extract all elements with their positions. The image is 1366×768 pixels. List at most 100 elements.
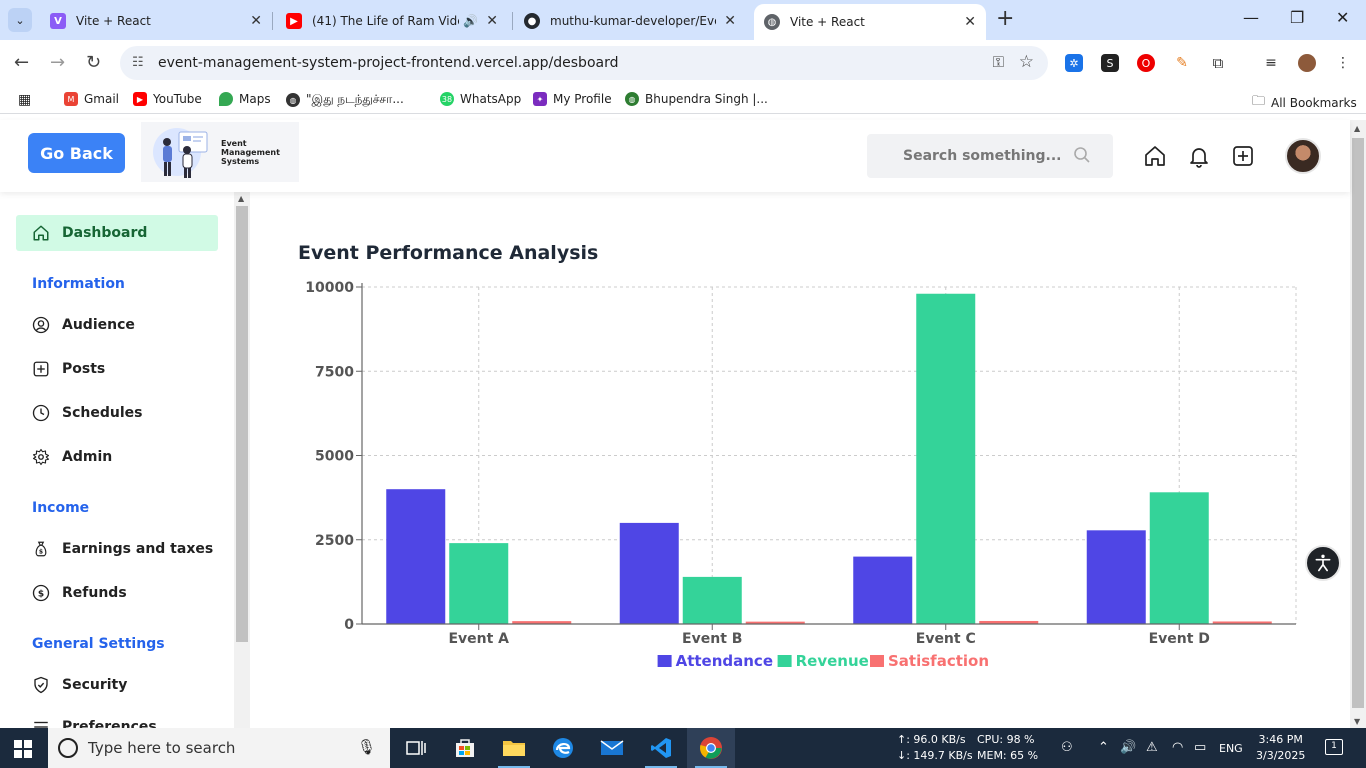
volume-icon[interactable]: 🔊 — [1120, 740, 1136, 755]
vite-icon: V — [50, 13, 66, 29]
bar-revenue-event-c — [916, 293, 976, 624]
tab-separator — [272, 12, 273, 30]
minimize-button[interactable]: — — [1243, 8, 1259, 27]
tab-github[interactable]: ● muthu-kumar-developer/Event ✕ — [514, 6, 746, 36]
tab-vite-react-1[interactable]: V Vite + React ✕ — [40, 6, 272, 36]
page-scrollbar[interactable]: ▲ ▼ — [1350, 120, 1366, 728]
close-window-button[interactable]: ✕ — [1336, 8, 1349, 27]
bookmark-gmail[interactable]: M Gmail — [64, 92, 119, 106]
media-icon[interactable]: ≡ — [1262, 54, 1280, 72]
file-explorer-icon[interactable] — [490, 728, 538, 768]
menu-kebab-icon[interactable]: ⋮ — [1334, 54, 1352, 72]
extension-icon[interactable]: S — [1101, 54, 1119, 72]
bookmark-bhupendra[interactable]: ◍ Bhupendra Singh |... — [625, 92, 768, 106]
sidebar-item-schedules[interactable]: Schedules — [32, 404, 142, 422]
sidebar-item-preferences[interactable]: Preferences — [32, 718, 157, 728]
bookmark-star-icon[interactable]: ☆ — [1019, 52, 1034, 72]
taskbar-search-input[interactable]: Type here to search 🎙 — [48, 728, 390, 768]
sidebar-item-earnings[interactable]: $ Earnings and taxes — [32, 540, 213, 558]
store-icon[interactable] — [441, 728, 489, 768]
bell-icon[interactable] — [1187, 144, 1211, 168]
address-bar-row: ← → ↻ ☷ event-management-system-project-… — [0, 40, 1366, 86]
warning-icon[interactable]: ⚠ — [1146, 740, 1158, 755]
clock[interactable]: 3:46 PM 3/3/2025 — [1256, 732, 1305, 764]
sidebar-item-admin[interactable]: Admin — [32, 448, 112, 466]
profile-avatar-icon[interactable] — [1298, 54, 1316, 72]
bookmark-youtube[interactable]: ▶ YouTube — [133, 92, 202, 106]
back-arrow-icon[interactable]: ← — [14, 52, 29, 73]
legend-swatch-satisfaction — [870, 655, 884, 667]
section-title-income: Income — [32, 500, 90, 516]
sidebar-item-posts[interactable]: Posts — [32, 360, 105, 378]
svg-text:$: $ — [38, 589, 44, 599]
globe-icon: ◍ — [286, 93, 300, 107]
tab-vite-react-active[interactable]: ◍ Vite + React ✕ — [754, 4, 986, 40]
chevron-up-icon[interactable]: ⌃ — [1098, 740, 1109, 755]
task-view-icon[interactable] — [392, 728, 440, 768]
sidebar-item-dashboard[interactable]: Dashboard — [16, 215, 218, 251]
chrome-icon[interactable] — [687, 728, 735, 768]
forward-arrow-icon[interactable]: → — [50, 52, 65, 73]
speaker-icon[interactable]: 🔊 — [463, 14, 478, 28]
close-icon[interactable]: ✕ — [250, 13, 262, 29]
legend-swatch-revenue — [777, 655, 792, 667]
scroll-up-arrow-icon[interactable]: ▲ — [238, 194, 244, 203]
scroll-down-arrow-icon[interactable]: ▼ — [1354, 717, 1360, 726]
go-back-button[interactable]: Go Back — [28, 133, 125, 173]
password-key-icon[interactable]: ⚿ — [993, 53, 1004, 71]
vscode-icon[interactable] — [637, 728, 685, 768]
avatar[interactable] — [1285, 138, 1321, 174]
all-bookmarks[interactable]: 🗀 All Bookmarks — [1252, 92, 1357, 114]
windows-start-icon[interactable] — [14, 740, 32, 758]
scroll-up-arrow-icon[interactable]: ▲ — [1354, 124, 1360, 133]
tab-separator — [512, 12, 513, 30]
restore-button[interactable]: ❐ — [1290, 8, 1304, 27]
microphone-icon[interactable]: 🎙 — [357, 738, 376, 756]
tab-youtube[interactable]: ▶ (41) The Life of Ram Video S 🔊 ✕ — [276, 6, 508, 36]
reload-icon[interactable]: ↻ — [86, 52, 101, 73]
bookmark-whatsapp[interactable]: 38 WhatsApp — [440, 92, 521, 106]
edge-icon[interactable] — [539, 728, 587, 768]
search-icon[interactable] — [1073, 146, 1091, 164]
close-icon[interactable]: ✕ — [964, 14, 976, 30]
notification-center-icon[interactable]: 1 — [1325, 739, 1343, 755]
opera-icon[interactable]: O — [1137, 54, 1155, 72]
close-icon[interactable]: ✕ — [724, 13, 736, 29]
y-tick-label: 0 — [344, 617, 354, 633]
scrollbar-thumb[interactable] — [236, 206, 248, 642]
add-square-icon[interactable] — [1231, 144, 1255, 168]
site-settings-icon[interactable]: ☷ — [132, 55, 144, 70]
people-icon[interactable]: ⚇ — [1061, 740, 1073, 755]
extension-icon[interactable]: ✲ — [1065, 54, 1083, 72]
logo-line: Management — [221, 147, 280, 157]
svg-text:$: $ — [39, 549, 43, 556]
bar-revenue-event-a — [449, 543, 509, 624]
clock-date: 3/3/2025 — [1256, 749, 1306, 762]
sidebar-scrollbar[interactable]: ▲ — [234, 192, 250, 728]
url-field[interactable]: ☷ event-management-system-project-fronte… — [120, 46, 1048, 80]
accessibility-button[interactable] — [1305, 545, 1341, 581]
battery-icon[interactable]: ▭ — [1194, 740, 1206, 755]
apps-grid-icon[interactable]: ▦ — [18, 92, 31, 108]
all-bookmarks-label: All Bookmarks — [1271, 96, 1357, 110]
color-picker-icon[interactable]: ✎ — [1173, 54, 1191, 72]
sidebar-item-security[interactable]: Security — [32, 676, 127, 694]
search-input[interactable]: Search something... — [867, 134, 1113, 178]
bookmark-maps[interactable]: Maps — [219, 92, 271, 106]
scrollbar-thumb[interactable] — [1352, 138, 1364, 708]
sidebar-item-refunds[interactable]: $ Refunds — [32, 584, 127, 602]
puzzle-icon[interactable]: ⧉ — [1209, 54, 1227, 72]
close-icon[interactable]: ✕ — [486, 13, 498, 29]
mail-icon[interactable] — [588, 728, 636, 768]
add-square-icon — [33, 361, 49, 377]
cortana-icon — [58, 738, 78, 758]
bookmark-my-profile[interactable]: ✦ My Profile — [533, 92, 612, 106]
home-icon[interactable] — [1143, 144, 1167, 168]
language-indicator[interactable]: ENG — [1219, 742, 1243, 755]
new-tab-button[interactable]: + — [996, 8, 1014, 30]
legend-label-satisfaction: Satisfaction — [888, 652, 989, 670]
tab-search-button[interactable]: ⌄ — [8, 8, 32, 32]
wifi-icon[interactable]: ◠ — [1172, 740, 1183, 755]
sidebar-item-audience[interactable]: Audience — [32, 316, 135, 334]
bookmark-tamil[interactable]: ◍ "இது நடந்துச்சா... — [286, 92, 404, 108]
